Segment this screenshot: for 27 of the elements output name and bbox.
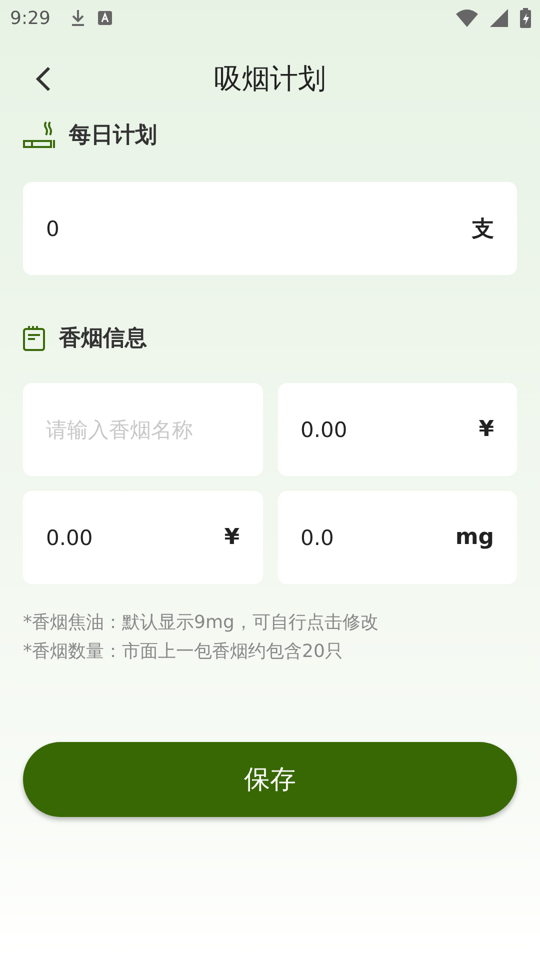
- field-value: 0.0: [300, 526, 334, 550]
- wifi-icon: [456, 9, 478, 27]
- unit-label: ¥: [478, 417, 494, 442]
- unit-label: ¥: [224, 525, 240, 550]
- status-time: 9:29: [10, 8, 50, 28]
- signal-icon: [490, 9, 508, 27]
- save-button[interactable]: 保存: [23, 742, 517, 817]
- input-field[interactable]: 0.00 ¥: [278, 383, 517, 476]
- note-text: *香烟焦油：默认显示9mg，可自行点击修改: [23, 611, 380, 635]
- section-heading: 每日计划: [69, 122, 157, 150]
- note-text: *香烟数量：市面上一包香烟约包含20只: [23, 640, 344, 664]
- field-value: 0.00: [300, 418, 348, 442]
- back-icon[interactable]: [35, 66, 51, 92]
- page-title: 吸烟计划: [214, 61, 326, 97]
- input-field[interactable]: 0.00 ¥: [23, 491, 262, 584]
- unit-label: mg: [455, 525, 494, 550]
- section-heading: 香烟信息: [59, 325, 147, 353]
- field-value: 0: [46, 216, 60, 240]
- download-icon: [70, 9, 86, 27]
- input-field[interactable]: 0.0 mg: [278, 491, 517, 584]
- unit-label: 支: [472, 216, 494, 244]
- input-field[interactable]: 0 支: [23, 182, 517, 275]
- field-value: 0.00: [46, 526, 93, 550]
- battery-icon: [520, 8, 531, 28]
- keyboard-icon: [98, 11, 112, 25]
- cigarette-icon: [23, 121, 55, 149]
- notebook-icon: [23, 325, 45, 351]
